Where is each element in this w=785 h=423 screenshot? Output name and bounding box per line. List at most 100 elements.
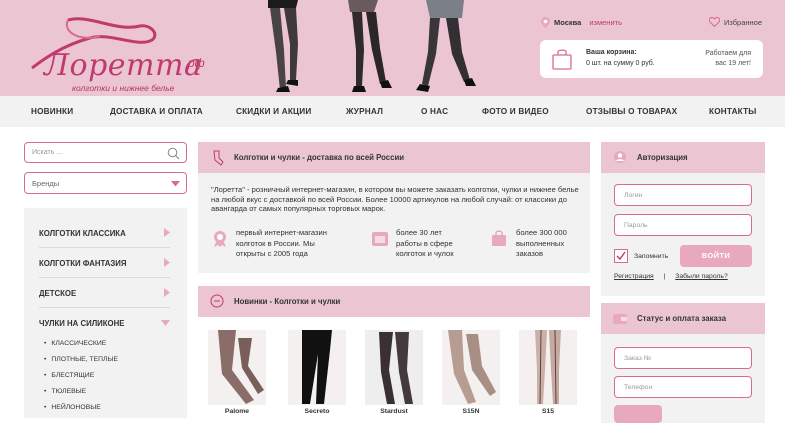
chevron-down-icon (171, 181, 180, 187)
chevron-down-icon (161, 320, 170, 326)
chevron-right-icon (164, 258, 170, 267)
category-label: КОЛГОТКИ КЛАССИКА (39, 229, 126, 238)
category-label: КОЛГОТКИ ФАНТАЗИЯ (39, 259, 127, 268)
feature-line: более 300 000 (516, 228, 567, 237)
cart-sum: 0 шт. на сумму 0 руб. (586, 60, 655, 67)
nav-item-delivery[interactable]: ДОСТАВКА И ОПЛАТА (110, 107, 203, 116)
shopping-bag-icon (552, 49, 572, 70)
feature-line: колготок в России. Мы (236, 238, 315, 248)
user-icon (614, 151, 626, 163)
order-status-title: Статус и оплата заказа (637, 314, 727, 323)
cart-title: Ваша корзина: (586, 49, 637, 56)
nav-item-contacts[interactable]: КОНТАКТЫ (709, 107, 757, 116)
star-badge-icon (210, 294, 224, 308)
intro-panel-title: Колготки и чулки - доставка по всей Росс… (234, 153, 405, 162)
favorites-link[interactable]: Избранное (709, 17, 762, 27)
search-input[interactable]: Искать ... (24, 142, 187, 163)
forgot-password-link[interactable]: Забыли пароль? (675, 273, 727, 280)
feature-item: более 30 лет работы в сфере колготок и ч… (372, 228, 454, 260)
links-separator: | (663, 273, 666, 280)
logo-subtitle: колготки и нижнее белье (72, 83, 175, 93)
feature-line: заказов (516, 249, 543, 258)
city-name: Москва (554, 18, 582, 27)
login-button[interactable]: ВОЙТИ (680, 245, 752, 267)
product-image (208, 330, 266, 405)
password-input[interactable]: Пароль (614, 214, 752, 236)
product-image (442, 330, 500, 405)
category-item[interactable]: КОЛГОТКИ ФАНТАЗИЯ (39, 248, 170, 278)
about-block: "Лоретта" - розничный интернет-магазин, … (198, 173, 590, 273)
nav-item-about[interactable]: О НАС (421, 107, 448, 116)
remember-checkbox[interactable] (614, 249, 628, 263)
subcategory-item[interactable]: ТЮЛЕВЫЕ (44, 388, 86, 395)
product-card[interactable]: S15N (442, 330, 500, 415)
check-status-button[interactable] (614, 405, 662, 423)
subcategory-item[interactable]: НЕЙЛОНОВЫЕ (44, 404, 100, 411)
work-line-2: вас 19 лет! (715, 60, 751, 67)
login-input[interactable]: Логин (614, 184, 752, 206)
nav-item-reviews[interactable]: ОТЗЫВЫ О ТОВАРАХ (586, 107, 677, 116)
logo[interactable]: Лоретта рф колготки и нижнее белье (20, 12, 205, 93)
nav-item-new[interactable]: НОВИНКИ (31, 107, 73, 116)
logo-text: Лоретта (44, 48, 203, 83)
work-years: Работаем для вас 19 лет! (681, 49, 751, 69)
search-placeholder: Искать ... (32, 149, 63, 156)
auth-title: Авторизация (637, 153, 688, 162)
wallet-icon (613, 314, 627, 324)
subcategory-item[interactable]: КЛАССИЧЕСКИЕ (44, 340, 106, 347)
product-card[interactable]: Palome (208, 330, 266, 415)
cart-widget[interactable]: Ваша корзина: 0 шт. на сумму 0 руб. Рабо… (540, 40, 763, 78)
order-status-header: Статус и оплата заказа (601, 303, 765, 334)
feature-item: первый интернет-магазин колготок в Росси… (214, 228, 327, 260)
category-item[interactable]: КОЛГОТКИ КЛАССИКА (39, 218, 170, 248)
intro-panel-header: Колготки и чулки - доставка по всей Росс… (198, 142, 590, 173)
brands-select-value: Бренды (32, 179, 60, 188)
shopping-bag-icon (492, 230, 506, 246)
chevron-right-icon (164, 228, 170, 237)
product-image (365, 330, 423, 405)
login-placeholder: Логин (624, 192, 643, 199)
feature-line: колготок и чулок (396, 249, 454, 258)
phone-placeholder: Телефон (624, 384, 653, 391)
nav-item-journal[interactable]: ЖУРНАЛ (346, 107, 383, 116)
feature-line: работы в сфере (396, 238, 453, 248)
nav-item-photo-video[interactable]: ФОТО И ВИДЕО (482, 107, 549, 116)
category-item[interactable]: ДЕТСКОЕ (39, 278, 170, 308)
product-name: Secreto (304, 408, 330, 415)
product-card[interactable]: Secreto (288, 330, 346, 415)
map-pin-icon (541, 17, 550, 28)
nav-item-discounts[interactable]: СКИДКИ И АКЦИИ (236, 107, 311, 116)
remember-me[interactable]: Запомнить (614, 249, 668, 263)
product-card[interactable]: S15 (519, 330, 577, 415)
header: Лоретта рф колготки и нижнее белье Москв… (0, 0, 785, 96)
feature-item: более 300 000 выполненных заказов (492, 228, 567, 260)
chevron-right-icon (164, 288, 170, 297)
product-name: S15 (541, 408, 555, 415)
product-image (288, 330, 346, 405)
product-carousel: Palome Secreto Stardust S15N S15 (198, 318, 590, 418)
new-products-header: Новинки - Колготки и чулки (198, 286, 590, 317)
password-placeholder: Пароль (624, 222, 648, 229)
product-name: S15N (462, 408, 480, 415)
search-icon[interactable] (167, 147, 180, 160)
feature-line: первый интернет-магазин (236, 228, 327, 237)
feature-line: более 30 лет (396, 228, 442, 237)
change-city-link[interactable]: изменить (589, 18, 622, 27)
order-status-panel: Статус и оплата заказа Заказ № Телефон (601, 303, 765, 423)
order-number-input[interactable]: Заказ № (614, 347, 752, 369)
order-number-placeholder: Заказ № (624, 355, 652, 362)
stocking-icon (213, 150, 224, 166)
about-text: "Лоретта" - розничный интернет-магазин, … (211, 185, 579, 213)
category-item[interactable]: ЧУЛКИ НА СИЛИКОНЕ (39, 308, 170, 338)
brands-select[interactable]: Бренды (24, 172, 187, 194)
register-link[interactable]: Регистрация (614, 273, 654, 280)
auth-header: Авторизация (601, 142, 765, 173)
subcategory-item[interactable]: БЛЕСТЯЩИЕ (44, 372, 94, 379)
auth-panel: Авторизация Логин Пароль Запомнить ВОЙТИ… (601, 142, 765, 296)
product-name: Stardust (380, 408, 408, 415)
phone-input[interactable]: Телефон (614, 376, 752, 398)
product-card[interactable]: Stardust (365, 330, 423, 415)
subcategory-item[interactable]: ПЛОТНЫЕ, ТЕПЛЫЕ (44, 356, 118, 363)
heart-icon (709, 17, 720, 27)
work-line-1: Работаем для (705, 50, 751, 57)
